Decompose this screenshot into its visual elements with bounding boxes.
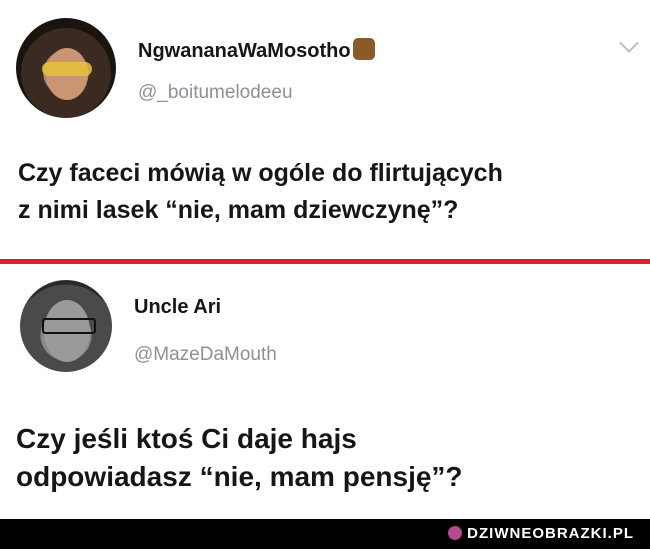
tweet-text-line: Czy jeśli ktoś Ci daje hajs <box>16 423 357 454</box>
sunglasses <box>42 62 92 76</box>
chevron-down-icon[interactable] <box>619 33 639 53</box>
tweet-card-2: Uncle Ari @MazeDaMouth Czy jeśli ktoś Ci… <box>0 266 650 516</box>
display-name[interactable]: NgwananaWaMosotho <box>138 38 375 63</box>
emoji-icon <box>352 38 375 60</box>
site-logo-icon <box>448 526 463 540</box>
tweet-text-line: z nimi lasek “nie, mam dziewczynę”? <box>18 196 459 224</box>
watermark: DZIWNEOBRAZKI.PL <box>448 525 634 542</box>
watermark-bar: DZIWNEOBRAZKI.PL <box>0 519 650 549</box>
tweet-text-line: odpowiadasz “nie, mam pensję”? <box>16 461 463 492</box>
glasses <box>42 318 96 334</box>
tweet-text-line: Czy faceci mówią w ogóle do flirtujących <box>18 159 503 187</box>
avatar[interactable] <box>16 18 116 118</box>
user-handle[interactable]: @MazeDaMouth <box>134 344 277 366</box>
tweet-text: Czy faceci mówią w ogóle do flirtujących… <box>18 155 503 229</box>
display-name[interactable]: Uncle Ari <box>134 296 221 319</box>
avatar[interactable] <box>20 280 112 372</box>
user-handle[interactable]: @_boitumelodeeu <box>138 82 293 104</box>
watermark-text: DZIWNEOBRAZKI.PL <box>467 525 634 542</box>
tweet-card-1: NgwananaWaMosotho @_boitumelodeeu Czy fa… <box>0 0 650 256</box>
tweet-text: Czy jeśli ktoś Ci daje hajs odpowiadasz … <box>16 420 463 496</box>
red-divider <box>0 259 650 264</box>
